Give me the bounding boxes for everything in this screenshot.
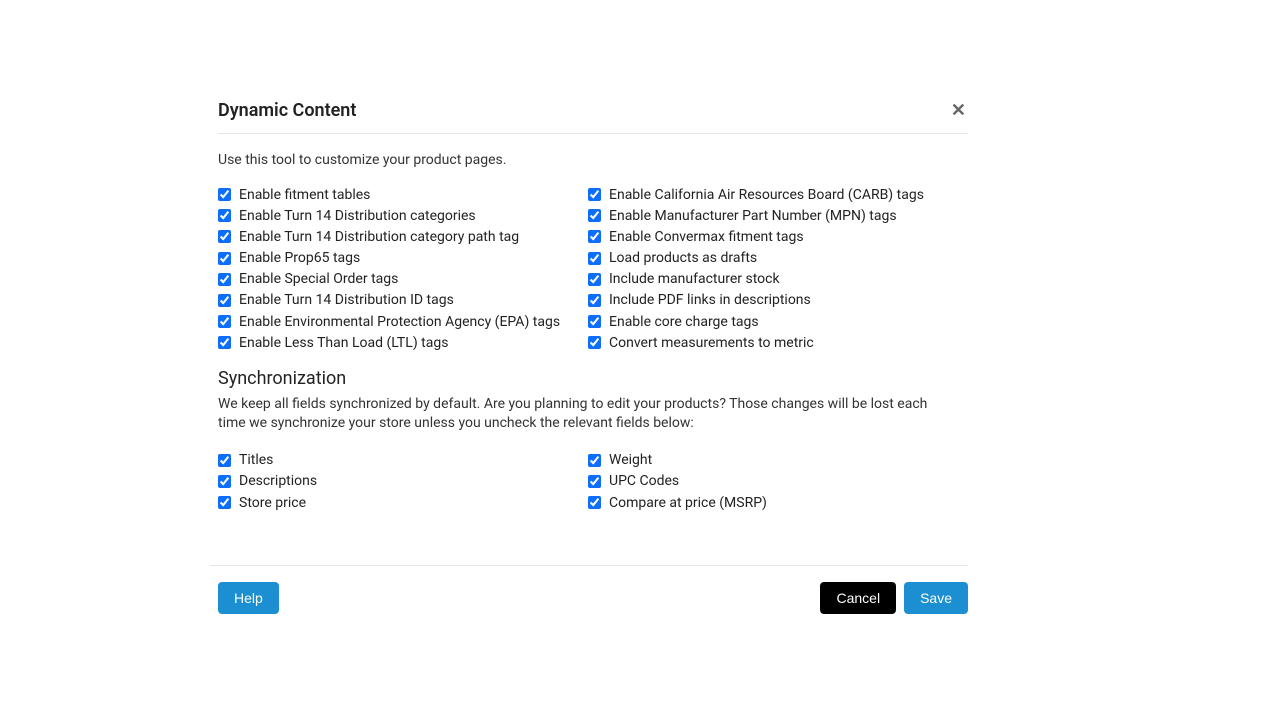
option-label: Include manufacturer stock [609,270,780,288]
option-row[interactable]: Include PDF links in descriptions [588,290,958,311]
option-label: Enable Manufacturer Part Number (MPN) ta… [609,207,897,225]
option-checkbox[interactable] [218,209,231,222]
option-checkbox[interactable] [588,315,601,328]
option-checkbox[interactable] [218,336,231,349]
sync-option-row[interactable]: Descriptions [218,471,588,492]
sync-desc: We keep all fields synchronized by defau… [218,395,958,434]
sync-title: Synchronization [218,368,958,389]
sync-option-checkbox[interactable] [588,454,601,467]
option-checkbox[interactable] [218,315,231,328]
cancel-button[interactable]: Cancel [820,582,896,614]
save-button[interactable]: Save [904,582,968,614]
option-label: Enable Turn 14 Distribution categories [239,207,476,225]
option-row[interactable]: Enable Less Than Load (LTL) tags [218,332,588,353]
option-row[interactable]: Load products as drafts [588,248,958,269]
option-checkbox[interactable] [218,188,231,201]
sync-option-label: Weight [609,451,652,469]
option-checkbox[interactable] [218,252,231,265]
sync-option-label: Compare at price (MSRP) [609,494,767,512]
option-label: Include PDF links in descriptions [609,291,811,309]
option-row[interactable]: Enable Turn 14 Distribution ID tags [218,290,588,311]
option-label: Enable California Air Resources Board (C… [609,186,924,204]
option-checkbox[interactable] [588,294,601,307]
option-checkbox[interactable] [588,230,601,243]
help-button[interactable]: Help [218,582,279,614]
option-row[interactable]: Enable Convermax fitment tags [588,226,958,247]
option-row[interactable]: Enable Prop65 tags [218,248,588,269]
option-checkbox[interactable] [588,209,601,222]
close-icon[interactable]: ✕ [949,102,968,120]
sync-option-checkbox[interactable] [218,496,231,509]
option-label: Enable Convermax fitment tags [609,228,804,246]
sync-option-row[interactable]: Weight [588,450,958,471]
option-checkbox[interactable] [588,252,601,265]
option-label: Enable Turn 14 Distribution category pat… [239,228,519,246]
option-row[interactable]: Enable Turn 14 Distribution category pat… [218,226,588,247]
option-row[interactable]: Convert measurements to metric [588,332,958,353]
modal-dynamic-content: Dynamic Content ✕ Use this tool to custo… [208,90,958,614]
option-label: Enable core charge tags [609,313,759,331]
modal-footer: Help Cancel Save [210,565,968,614]
option-row[interactable]: Enable California Air Resources Board (C… [588,184,958,205]
option-row[interactable]: Enable Turn 14 Distribution categories [218,205,588,226]
option-checkbox[interactable] [588,273,601,286]
options-columns: Enable fitment tables Enable Turn 14 Dist… [218,184,958,354]
modal-title: Dynamic Content [218,100,356,121]
sync-option-checkbox[interactable] [588,496,601,509]
option-row[interactable]: Enable core charge tags [588,311,958,332]
sync-option-row[interactable]: Store price [218,492,588,513]
option-label: Enable Environmental Protection Agency (… [239,313,560,331]
sync-option-label: Titles [239,451,273,469]
sync-option-row[interactable]: UPC Codes [588,471,958,492]
sync-option-label: Descriptions [239,472,317,490]
option-label: Enable Special Order tags [239,270,398,288]
option-label: Load products as drafts [609,249,757,267]
option-checkbox[interactable] [218,273,231,286]
option-label: Convert measurements to metric [609,334,814,352]
sync-columns: Titles Descriptions Store price Weight UPC … [218,450,958,514]
option-row[interactable]: Include manufacturer stock [588,269,958,290]
options-col-right: Enable California Air Resources Board (C… [588,184,958,354]
sync-option-label: Store price [239,494,306,512]
option-row[interactable]: Enable Manufacturer Part Number (MPN) ta… [588,205,958,226]
sync-option-checkbox[interactable] [218,454,231,467]
sync-option-row[interactable]: Compare at price (MSRP) [588,492,958,513]
modal-body: Use this tool to customize your product … [208,134,958,513]
option-label: Enable fitment tables [239,186,370,204]
option-checkbox[interactable] [218,230,231,243]
option-row[interactable]: Enable fitment tables [218,184,588,205]
sync-option-row[interactable]: Titles [218,450,588,471]
modal-header: Dynamic Content ✕ [218,90,968,134]
option-checkbox[interactable] [218,294,231,307]
option-label: Enable Prop65 tags [239,249,360,267]
sync-option-label: UPC Codes [609,472,679,490]
options-col-left: Enable fitment tables Enable Turn 14 Dist… [218,184,588,354]
option-checkbox[interactable] [588,188,601,201]
footer-right: Cancel Save [820,582,968,614]
option-row[interactable]: Enable Special Order tags [218,269,588,290]
sync-col-right: Weight UPC Codes Compare at price (MSRP) [588,450,958,514]
modal-subtitle: Use this tool to customize your product … [218,152,958,168]
sync-col-left: Titles Descriptions Store price [218,450,588,514]
sync-option-checkbox[interactable] [588,475,601,488]
option-label: Enable Less Than Load (LTL) tags [239,334,448,352]
option-row[interactable]: Enable Environmental Protection Agency (… [218,311,588,332]
option-checkbox[interactable] [588,336,601,349]
sync-option-checkbox[interactable] [218,475,231,488]
option-label: Enable Turn 14 Distribution ID tags [239,291,454,309]
